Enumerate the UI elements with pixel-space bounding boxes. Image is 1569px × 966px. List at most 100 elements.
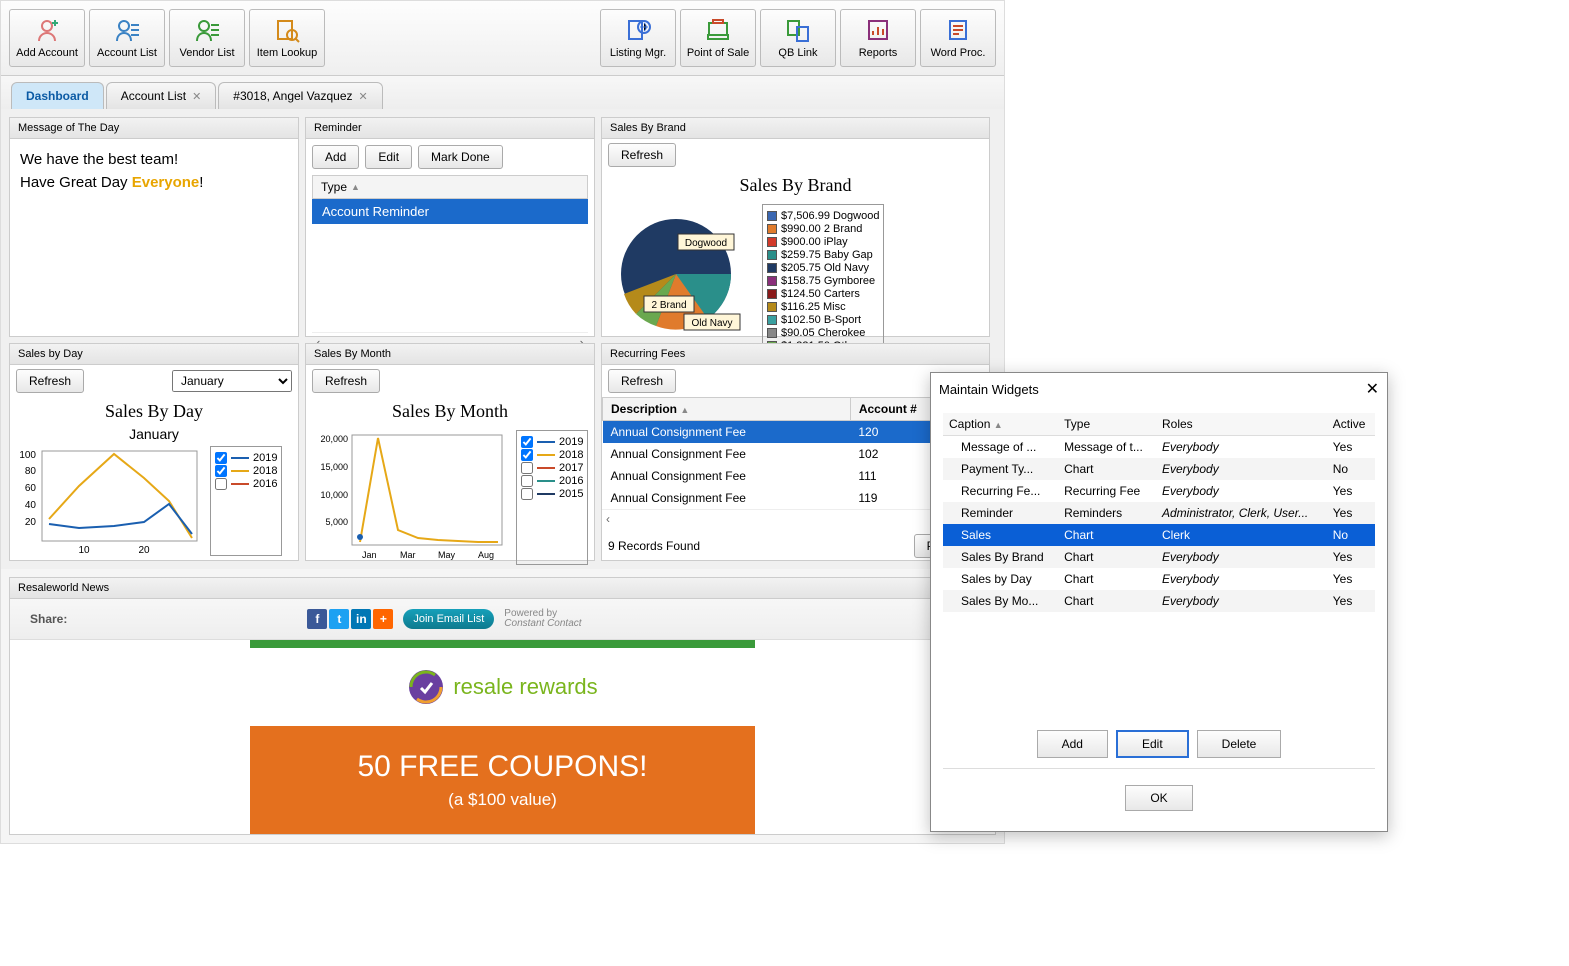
reminder-add-button[interactable]: Add (312, 145, 359, 169)
svg-text:May: May (438, 550, 456, 560)
item-lookup-button[interactable]: Item Lookup (249, 9, 325, 67)
day-refresh-button[interactable]: Refresh (16, 369, 84, 393)
join-email-button[interactable]: Join Email List (403, 609, 494, 629)
tab-account-detail[interactable]: #3018, Angel Vazquez✕ (218, 82, 382, 109)
tool-label: Add Account (16, 47, 78, 59)
month-refresh-button[interactable]: Refresh (312, 369, 380, 393)
legend-checkbox[interactable] (521, 488, 533, 500)
table-row[interactable]: SalesChartClerkNo (943, 524, 1375, 546)
tool-label: QB Link (778, 47, 817, 59)
table-row[interactable]: ReminderRemindersAdministrator, Clerk, U… (943, 502, 1375, 524)
legend-item: 2016 (521, 475, 583, 487)
reminder-edit-button[interactable]: Edit (365, 145, 412, 169)
close-icon[interactable]: ✕ (359, 90, 368, 103)
tab-dashboard[interactable]: Dashboard (11, 82, 104, 109)
legend-item: $900.00 iPlay (767, 236, 879, 248)
legend-checkbox[interactable] (215, 452, 227, 464)
promo-block: resale rewards 50 FREE COUPONS! (a $100 … (250, 640, 755, 834)
legend-checkbox[interactable] (521, 436, 533, 448)
legend-item: $116.25 Misc (767, 301, 879, 313)
promo-logo-text: resale rewards (453, 674, 597, 700)
chart-title: Sales By Day (10, 401, 298, 422)
fees-col-desc[interactable]: Description ▲ (603, 398, 851, 421)
svg-text:2 Brand: 2 Brand (651, 300, 686, 311)
legend-checkbox[interactable] (521, 449, 533, 461)
facebook-icon[interactable]: f (307, 609, 327, 629)
tool-label: Listing Mgr. (610, 47, 666, 59)
share-bar: Share: f t in + Join Email List Powered … (10, 599, 995, 640)
legend-item: 2016 (215, 478, 277, 490)
col-type[interactable]: Type (1058, 413, 1156, 436)
social-icons: f t in + (307, 609, 393, 629)
addthis-icon[interactable]: + (373, 609, 393, 629)
legend-checkbox[interactable] (521, 475, 533, 487)
dialog-delete-button[interactable]: Delete (1197, 730, 1282, 758)
add-account-button[interactable]: Add Account (9, 9, 85, 67)
reminder-mark-button[interactable]: Mark Done (418, 145, 503, 169)
table-row[interactable]: Sales By BrandChartEverybodyYes (943, 546, 1375, 568)
promo-headline: 50 FREE COUPONS! (274, 750, 731, 784)
table-row[interactable]: Sales By Mo...ChartEverybodyYes (943, 590, 1375, 612)
listing-mgr-button[interactable]: Listing Mgr. (600, 9, 676, 67)
table-row[interactable]: Annual Consignment Fee102 (603, 443, 974, 465)
close-icon[interactable]: ✕ (1366, 379, 1379, 399)
fees-refresh-button[interactable]: Refresh (608, 369, 676, 393)
legend-checkbox[interactable] (215, 478, 227, 490)
panel-title: Sales by Day (10, 344, 298, 365)
promo-sub: (a $100 value) (274, 790, 731, 810)
chart-title: Sales By Month (306, 401, 594, 422)
table-row[interactable]: Recurring Fe...Recurring FeeEverybodyYes (943, 480, 1375, 502)
svg-text:10: 10 (78, 545, 90, 556)
table-row[interactable]: Annual Consignment Fee119 (603, 487, 974, 509)
svg-text:5,000: 5,000 (325, 517, 348, 527)
vendor-list-icon (194, 17, 220, 43)
legend-item: $990.00 2 Brand (767, 223, 879, 235)
reminder-panel: Reminder Add Edit Mark Done Type▲ Accoun… (305, 117, 595, 337)
message-line2: Have Great Day Everyone! (20, 174, 288, 191)
reports-button[interactable]: Reports (840, 9, 916, 67)
brand-refresh-button[interactable]: Refresh (608, 143, 676, 167)
svg-text:20: 20 (25, 517, 37, 528)
legend-item: 2015 (521, 488, 583, 500)
month-panel: Sales By Month Refresh Sales By Month 20… (305, 343, 595, 561)
col-active[interactable]: Active (1327, 413, 1375, 436)
dialog-ok-button[interactable]: OK (1125, 785, 1192, 811)
tab-label: Account List (121, 89, 186, 103)
svg-text:Dogwood: Dogwood (685, 238, 727, 249)
table-row[interactable]: Message of ...Message of t...EverybodyYe… (943, 436, 1375, 459)
dialog-add-button[interactable]: Add (1037, 730, 1108, 758)
table-row[interactable]: Sales by DayChartEverybodyYes (943, 568, 1375, 590)
news-panel: Resaleworld News Share: f t in + Join Em… (9, 577, 996, 835)
legend-checkbox[interactable] (521, 462, 533, 474)
pos-button[interactable]: Point of Sale (680, 9, 756, 67)
close-icon[interactable]: ✕ (192, 90, 201, 103)
word-proc-button[interactable]: Word Proc. (920, 9, 996, 67)
legend-item: $158.75 Gymboree (767, 275, 879, 287)
tab-account-list[interactable]: Account List ✕ (106, 82, 217, 109)
twitter-icon[interactable]: t (329, 609, 349, 629)
panel-title: Sales By Month (306, 344, 594, 365)
legend-item: $102.50 B-Sport (767, 314, 879, 326)
col-roles[interactable]: Roles (1156, 413, 1327, 436)
powered-by: Powered byConstant Contact (504, 609, 581, 629)
legend-checkbox[interactable] (215, 465, 227, 477)
table-row[interactable]: Annual Consignment Fee120 (603, 421, 974, 444)
day-legend: 201920182016 (210, 446, 282, 556)
qb-link-button[interactable]: QB Link (760, 9, 836, 67)
linkedin-icon[interactable]: in (351, 609, 371, 629)
vendor-list-button[interactable]: Vendor List (169, 9, 245, 67)
panel-title: Sales By Brand (602, 118, 989, 139)
svg-text:Aug: Aug (478, 550, 494, 560)
sort-asc-icon: ▲ (351, 182, 360, 192)
reminder-row[interactable]: Account Reminder (312, 199, 588, 224)
col-caption[interactable]: Caption ▲ (943, 413, 1058, 436)
legend-item: $259.75 Baby Gap (767, 249, 879, 261)
month-select[interactable]: January (172, 370, 292, 392)
svg-text:Jan: Jan (362, 550, 377, 560)
account-list-button[interactable]: Account List (89, 9, 165, 67)
table-row[interactable]: Annual Consignment Fee111 (603, 465, 974, 487)
table-row[interactable]: Payment Ty...ChartEverybodyNo (943, 458, 1375, 480)
reminder-col-header[interactable]: Type▲ (312, 175, 588, 199)
svg-text:40: 40 (25, 500, 37, 511)
dialog-edit-button[interactable]: Edit (1116, 730, 1189, 758)
